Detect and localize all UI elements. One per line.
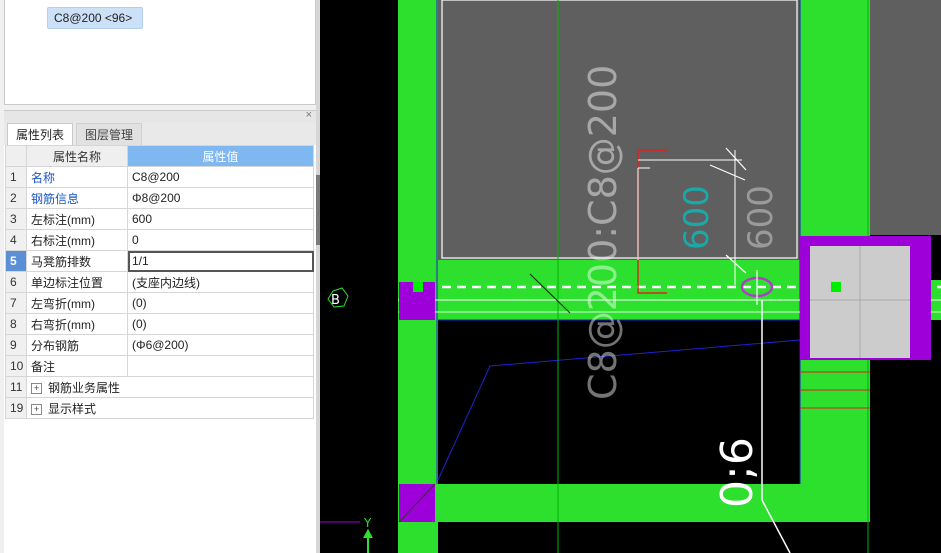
row-index: 5: [5, 250, 27, 272]
table-row[interactable]: 4 右标注(mm) 0: [5, 229, 314, 251]
table-row-selected[interactable]: 5 马凳筋排数 1/1: [5, 250, 314, 272]
row-index: 11: [5, 376, 27, 398]
table-row[interactable]: 8 右弯折(mm) (0): [5, 313, 314, 335]
row-index: 8: [5, 313, 27, 335]
wall-middle[interactable]: [398, 260, 870, 320]
dimension-text: 600: [677, 185, 717, 250]
vertical-rebar-text: C8@200:C8@200: [581, 65, 625, 400]
opening-bottom: [798, 522, 870, 553]
group-label: 钢筋业务属性: [48, 380, 121, 395]
row-index: 6: [5, 271, 27, 293]
table-row-group[interactable]: 19 + 显示样式: [5, 397, 314, 419]
row-index: 4: [5, 229, 27, 251]
y-axis-arrow-icon: [363, 529, 373, 538]
property-name: 左标注(mm): [26, 208, 128, 230]
property-name: 右标注(mm): [26, 229, 128, 251]
rebar-annotation[interactable]: C8@200:C8@200: [581, 65, 625, 400]
property-value[interactable]: (0): [127, 292, 314, 314]
property-name: 单边标注位置: [26, 271, 128, 293]
table-row[interactable]: 10 备注: [5, 355, 314, 377]
row-index: 10: [5, 355, 27, 377]
index-header: [5, 145, 27, 167]
property-grid: 属性名称 属性值 1 名称 C8@200 2 钢筋信息 Φ8@200 3 左标注…: [4, 145, 316, 553]
bottom-rebar-text: 0;6: [712, 437, 763, 508]
property-name: 分布钢筋: [26, 334, 128, 356]
property-value[interactable]: (Φ6@200): [127, 334, 314, 356]
group-row: + 显示样式: [26, 397, 314, 419]
row-index: 19: [5, 397, 27, 419]
property-tabs: 属性列表 图层管理: [4, 123, 316, 146]
table-row[interactable]: 3 左标注(mm) 600: [5, 208, 314, 230]
row-index: 2: [5, 187, 27, 209]
table-row-group[interactable]: 11 + 钢筋业务属性: [5, 376, 314, 398]
dimension-text: 600: [741, 185, 781, 250]
name-header: 属性名称: [26, 145, 128, 167]
property-panel-header: ×: [4, 109, 316, 123]
property-value[interactable]: 0: [127, 229, 314, 251]
property-value[interactable]: 600: [127, 208, 314, 230]
expand-icon[interactable]: +: [31, 403, 42, 415]
dimension-annotation-1: 600: [677, 185, 717, 250]
cad-canvas[interactable]: B Y C8@200:C8@200 600 600 0;6: [320, 0, 941, 553]
row-index: 9: [5, 334, 27, 356]
property-name: 名称: [26, 166, 128, 188]
property-table: 属性名称 属性值 1 名称 C8@200 2 钢筋信息 Φ8@200 3 左标注…: [5, 145, 314, 419]
property-name: 钢筋信息: [26, 187, 128, 209]
table-header-row: 属性名称 属性值: [5, 145, 314, 167]
table-row[interactable]: 2 钢筋信息 Φ8@200: [5, 187, 314, 209]
dimension-annotation-2: 600: [741, 185, 781, 250]
y-axis-label: Y: [363, 516, 372, 530]
property-name: 马凳筋排数: [26, 250, 128, 272]
property-value[interactable]: Φ8@200: [127, 187, 314, 209]
bottom-annotation: 0;6: [712, 437, 763, 508]
cad-drawing[interactable]: B Y C8@200:C8@200 600 600 0;6: [320, 0, 941, 553]
group-row: + 钢筋业务属性: [26, 376, 314, 398]
property-value[interactable]: [127, 355, 314, 377]
wall-bottom[interactable]: [398, 484, 870, 522]
property-name: 右弯折(mm): [26, 313, 128, 335]
axis-label-b: B: [331, 293, 340, 308]
grip-point[interactable]: [831, 282, 841, 292]
row-index: 3: [5, 208, 27, 230]
value-header: 属性值: [127, 145, 314, 167]
property-value[interactable]: (0): [127, 313, 314, 335]
group-label: 显示样式: [48, 401, 97, 416]
table-row[interactable]: 7 左弯折(mm) (0): [5, 292, 314, 314]
left-panel: C8@200 <96> × 属性列表 图层管理 属性名称 属性值 1 名称 C8…: [0, 0, 320, 553]
table-row[interactable]: 1 名称 C8@200: [5, 166, 314, 188]
table-row[interactable]: 9 分布钢筋 (Φ6@200): [5, 334, 314, 356]
row-index: 1: [5, 166, 27, 188]
slab-top-right[interactable]: [870, 0, 941, 235]
row-index: 7: [5, 292, 27, 314]
property-value[interactable]: C8@200: [127, 166, 314, 188]
tab-property-list[interactable]: 属性列表: [7, 123, 74, 146]
property-name: 左弯折(mm): [26, 292, 128, 314]
grip-point[interactable]: [413, 282, 423, 292]
property-name: 备注: [26, 355, 128, 377]
component-tree[interactable]: C8@200 <96>: [4, 0, 316, 105]
expand-icon[interactable]: +: [31, 382, 42, 394]
tree-item-selected[interactable]: C8@200 <96>: [47, 7, 144, 29]
property-value[interactable]: (支座内边线): [127, 271, 314, 293]
tab-layer-management[interactable]: 图层管理: [76, 123, 143, 146]
close-icon[interactable]: ×: [306, 109, 312, 121]
property-value-editing[interactable]: 1/1: [127, 250, 314, 272]
table-row[interactable]: 6 单边标注位置 (支座内边线): [5, 271, 314, 293]
